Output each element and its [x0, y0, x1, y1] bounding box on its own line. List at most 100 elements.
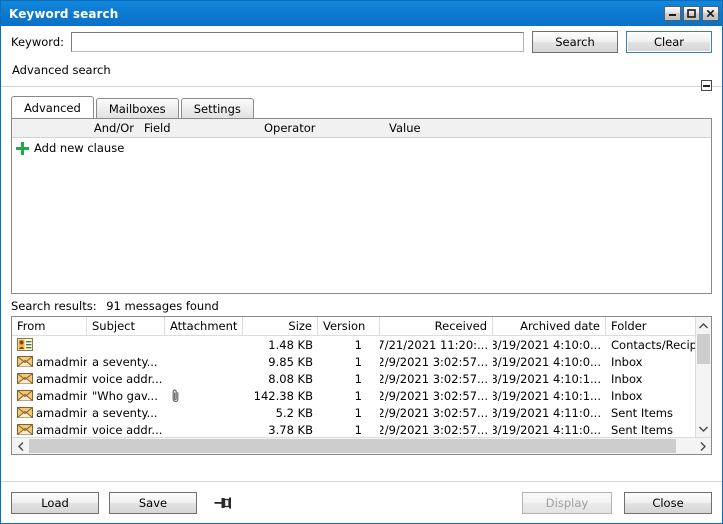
- results-grid: From Subject Attachment Size Version Rec…: [11, 316, 712, 455]
- cell-version: 1: [318, 421, 380, 438]
- search-input[interactable]: [71, 32, 524, 52]
- collapse-minus-icon[interactable]: [701, 80, 712, 91]
- column-header-subject[interactable]: Subject: [87, 317, 165, 335]
- clause-header-andor[interactable]: And/Or: [12, 121, 142, 135]
- cell-from: amadmin: [12, 370, 87, 387]
- plus-icon: [16, 142, 29, 155]
- clause-panel: And/Or Field Operator Value Add new clau…: [11, 118, 712, 294]
- results-grid-body: 1.48 KB 1 7/21/2021 11:20:... 8/19/2021 …: [12, 336, 711, 438]
- table-row[interactable]: 1.48 KB 1 7/21/2021 11:20:... 8/19/2021 …: [12, 336, 711, 353]
- pushpin-icon[interactable]: [213, 494, 233, 512]
- column-header-received[interactable]: Received: [380, 317, 493, 335]
- cell-folder: Sent Items: [606, 404, 696, 421]
- envelope-icon: [17, 372, 33, 385]
- cell-attachment: [165, 404, 243, 421]
- column-header-archived-date[interactable]: Archived date: [493, 317, 606, 335]
- column-header-size[interactable]: Size: [243, 317, 318, 335]
- maximize-button[interactable]: [683, 6, 700, 21]
- advanced-search-title: Advanced search: [12, 63, 111, 77]
- display-button[interactable]: Display: [522, 492, 612, 514]
- clause-header-value[interactable]: Value: [387, 121, 527, 135]
- column-header-from[interactable]: From: [12, 317, 87, 335]
- results-horizontal-scrollbar[interactable]: [12, 437, 711, 454]
- divider-line: [1, 86, 722, 87]
- cell-version: 1: [318, 404, 380, 421]
- table-row[interactable]: amadmin a seventy... 5.2 KB 1 2/9/2021 3…: [12, 404, 711, 421]
- cell-attachment: [165, 336, 243, 353]
- envelope-icon: [17, 355, 33, 368]
- cell-from: [12, 336, 87, 353]
- cell-archived-date: 8/19/2021 4:11:0...: [493, 404, 606, 421]
- table-row[interactable]: amadmin voice addr... 8.08 KB 1 2/9/2021…: [12, 370, 711, 387]
- window-controls: [664, 6, 719, 21]
- cell-size: 142.38 KB: [243, 387, 318, 404]
- table-row[interactable]: amadmin "Who gav... 142.38 KB 1 2/9/2021…: [12, 387, 711, 404]
- advanced-tabs: Advanced Mailboxes Settings: [11, 96, 712, 118]
- cell-from: amadmin: [12, 404, 87, 421]
- search-button[interactable]: Search: [532, 31, 618, 53]
- cell-size: 3.78 KB: [243, 421, 318, 438]
- scroll-left-icon[interactable]: [12, 438, 29, 454]
- close-dialog-button[interactable]: Close: [624, 492, 712, 514]
- results-grid-header: From Subject Attachment Size Version Rec…: [12, 317, 711, 336]
- cell-from-text: amadmin: [36, 423, 87, 437]
- minimize-button[interactable]: [664, 6, 681, 21]
- save-button[interactable]: Save: [109, 492, 197, 514]
- search-results-count: 91 messages found: [106, 299, 219, 313]
- clause-header-field[interactable]: Field: [142, 121, 262, 135]
- clause-header-operator[interactable]: Operator: [262, 121, 387, 135]
- cell-version: 1: [318, 387, 380, 404]
- cell-from: amadmin: [12, 353, 87, 370]
- cell-archived-date: 8/19/2021 4:10:1...: [493, 387, 606, 404]
- cell-folder: Inbox: [606, 353, 696, 370]
- search-results-summary: Search results: 91 messages found: [1, 294, 722, 316]
- load-button[interactable]: Load: [11, 492, 99, 514]
- title-bar: Keyword search: [1, 1, 722, 26]
- search-results-label: Search results:: [11, 299, 97, 313]
- cell-from-text: amadmin: [36, 406, 87, 420]
- cell-size: 1.48 KB: [243, 336, 318, 353]
- scroll-down-icon[interactable]: [696, 420, 711, 437]
- cell-attachment: [165, 370, 243, 387]
- cell-folder: Inbox: [606, 370, 696, 387]
- column-header-attachment[interactable]: Attachment: [165, 317, 243, 335]
- keyword-search-window: Keyword search Keyword: Search Clear Adv…: [0, 0, 723, 524]
- cell-from: amadmin: [12, 387, 87, 404]
- cell-size: 5.2 KB: [243, 404, 318, 421]
- cell-folder: Inbox: [606, 387, 696, 404]
- results-vertical-scrollbar[interactable]: [695, 317, 711, 437]
- table-row[interactable]: amadmin voice addr... 3.78 KB 1 2/9/2021…: [12, 421, 711, 438]
- scroll-right-icon[interactable]: [694, 438, 711, 454]
- keyword-bar: Keyword: Search Clear: [1, 26, 722, 58]
- tab-advanced[interactable]: Advanced: [11, 96, 94, 118]
- tab-settings-label: Settings: [194, 102, 241, 116]
- cell-archived-date: 8/19/2021 4:10:0...: [493, 353, 606, 370]
- close-button[interactable]: [702, 6, 719, 21]
- cell-from-text: amadmin: [36, 355, 87, 369]
- cell-received: 2/9/2021 3:02:57...: [380, 370, 493, 387]
- add-new-clause-label: Add new clause: [34, 141, 124, 155]
- cell-attachment: [165, 421, 243, 438]
- column-header-folder[interactable]: Folder: [606, 317, 696, 335]
- cell-received: 2/9/2021 3:02:57...: [380, 353, 493, 370]
- table-row[interactable]: amadmin a seventy... 9.85 KB 1 2/9/2021 …: [12, 353, 711, 370]
- cell-folder: Sent Items: [606, 421, 696, 438]
- scroll-up-icon[interactable]: [696, 317, 711, 334]
- cell-attachment: [165, 387, 243, 404]
- vertical-scroll-thumb[interactable]: [697, 334, 710, 364]
- cell-size: 8.08 KB: [243, 370, 318, 387]
- cell-from: amadmin: [12, 421, 87, 438]
- envelope-icon: [17, 406, 33, 419]
- tab-settings[interactable]: Settings: [181, 98, 254, 118]
- advanced-search-header: Advanced search: [1, 58, 722, 80]
- cell-received: 2/9/2021 3:02:57...: [380, 421, 493, 438]
- add-new-clause-button[interactable]: Add new clause: [12, 138, 711, 158]
- contact-card-icon: [17, 338, 33, 351]
- horizontal-scroll-thumb[interactable]: [29, 439, 676, 453]
- clear-button[interactable]: Clear: [626, 31, 712, 53]
- cell-from-text: amadmin: [36, 389, 87, 403]
- footer-bar: Load Save Display Close: [1, 481, 722, 523]
- tab-mailboxes[interactable]: Mailboxes: [96, 98, 179, 118]
- tab-mailboxes-label: Mailboxes: [109, 102, 166, 116]
- column-header-version[interactable]: Version: [318, 317, 380, 335]
